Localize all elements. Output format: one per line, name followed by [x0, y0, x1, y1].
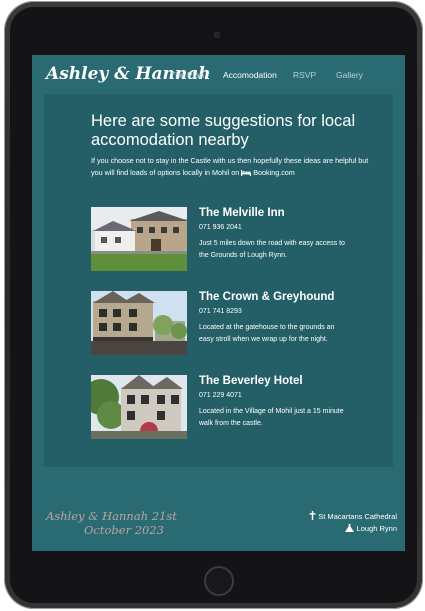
- tablet-frame: Ashley & Hannah The Plan Accomodation RS…: [4, 1, 423, 609]
- hotel-card: The Beverley Hotel 071 229 4071 Located …: [91, 375, 381, 441]
- hotel-card: The Melville Inn 071 936 2041 Just 5 mil…: [91, 207, 381, 273]
- screen: Ashley & Hannah The Plan Accomodation RS…: [32, 55, 405, 551]
- booking-link[interactable]: Booking.com: [253, 168, 295, 177]
- hotel-description: Located at the gatehouse to the grounds …: [199, 324, 335, 343]
- hotel-name: The Crown & Greyhound: [199, 291, 335, 303]
- hotel-description: Located in the Village of Mohil just a 1…: [199, 408, 344, 427]
- page-title: Here are some suggestions for local acco…: [91, 112, 356, 149]
- signature-line1: Ashley & Hannah 21st: [46, 509, 177, 523]
- nav-accomodation[interactable]: Accomodation: [223, 70, 277, 80]
- hotel-name: The Beverley Hotel: [199, 375, 303, 387]
- cross-icon: [309, 511, 316, 520]
- top-nav: Ashley & Hannah The Plan Accomodation RS…: [32, 55, 405, 93]
- hotel-description: Just 5 miles down the road with easy acc…: [199, 240, 345, 259]
- hotel-name: The Melville Inn: [199, 207, 285, 219]
- hotel-photo: [91, 207, 187, 271]
- castle-icon: [345, 524, 355, 532]
- location-label: St Macartans Cathedral: [318, 512, 397, 521]
- nav-rsvp[interactable]: RSVP: [293, 70, 316, 80]
- footer-signature: Ashley & Hannah 21st October 2023: [46, 509, 186, 537]
- hotel-phone[interactable]: 071 741 8293: [199, 308, 242, 315]
- intro-body: If you choose not to stay in the Castle …: [91, 156, 369, 177]
- hotel-phone[interactable]: 071 936 2041: [199, 224, 242, 231]
- nav-gallery[interactable]: Gallery: [336, 70, 363, 80]
- hotel-card: The Crown & Greyhound 071 741 8293 Locat…: [91, 291, 381, 357]
- accommodation-panel: Here are some suggestions for local acco…: [44, 94, 393, 467]
- location-lough-rynn[interactable]: Lough Rynn: [345, 524, 397, 533]
- hotel-photo: [91, 375, 187, 439]
- signature-line2: October 2023: [84, 523, 165, 537]
- camera-icon: [213, 31, 221, 39]
- hotel-phone[interactable]: 071 229 4071: [199, 392, 242, 399]
- hotel-photo: [91, 291, 187, 355]
- location-cathedral[interactable]: St Macartans Cathedral: [309, 511, 397, 521]
- nav-the-plan[interactable]: The Plan: [170, 70, 204, 80]
- intro-text: If you choose not to stay in the Castle …: [91, 155, 376, 178]
- location-label: Lough Rynn: [356, 524, 397, 533]
- bed-icon: [241, 169, 252, 176]
- home-button[interactable]: [204, 566, 234, 596]
